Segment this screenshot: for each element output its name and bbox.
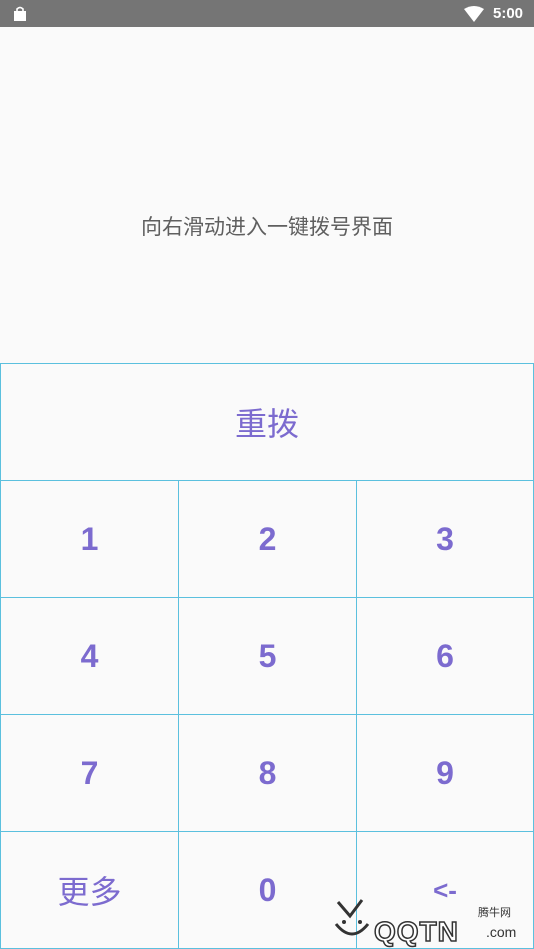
wifi-icon (464, 6, 484, 22)
backspace-button[interactable]: <- (356, 831, 534, 949)
more-button[interactable]: 更多 (0, 831, 179, 949)
key-5[interactable]: 5 (178, 597, 357, 715)
key-4[interactable]: 4 (0, 597, 179, 715)
hint-text: 向右滑动进入一键拨号界面 (141, 215, 393, 239)
key-9[interactable]: 9 (356, 714, 534, 832)
key-8[interactable]: 8 (178, 714, 357, 832)
status-time: 5:00 (493, 5, 524, 22)
dial-keypad: 重拨 1 2 3 4 5 6 7 8 9 更多 0 <- (0, 363, 534, 949)
key-6[interactable]: 6 (356, 597, 534, 715)
status-bar: 5:00 (0, 0, 534, 27)
key-2[interactable]: 2 (178, 480, 357, 598)
key-3[interactable]: 3 (356, 480, 534, 598)
shopping-bag-icon (14, 6, 26, 21)
key-1[interactable]: 1 (0, 480, 179, 598)
key-0[interactable]: 0 (178, 831, 357, 949)
redial-button[interactable]: 重拨 (0, 363, 534, 481)
key-7[interactable]: 7 (0, 714, 179, 832)
hint-area[interactable]: 向右滑动进入一键拨号界面 (0, 27, 534, 363)
